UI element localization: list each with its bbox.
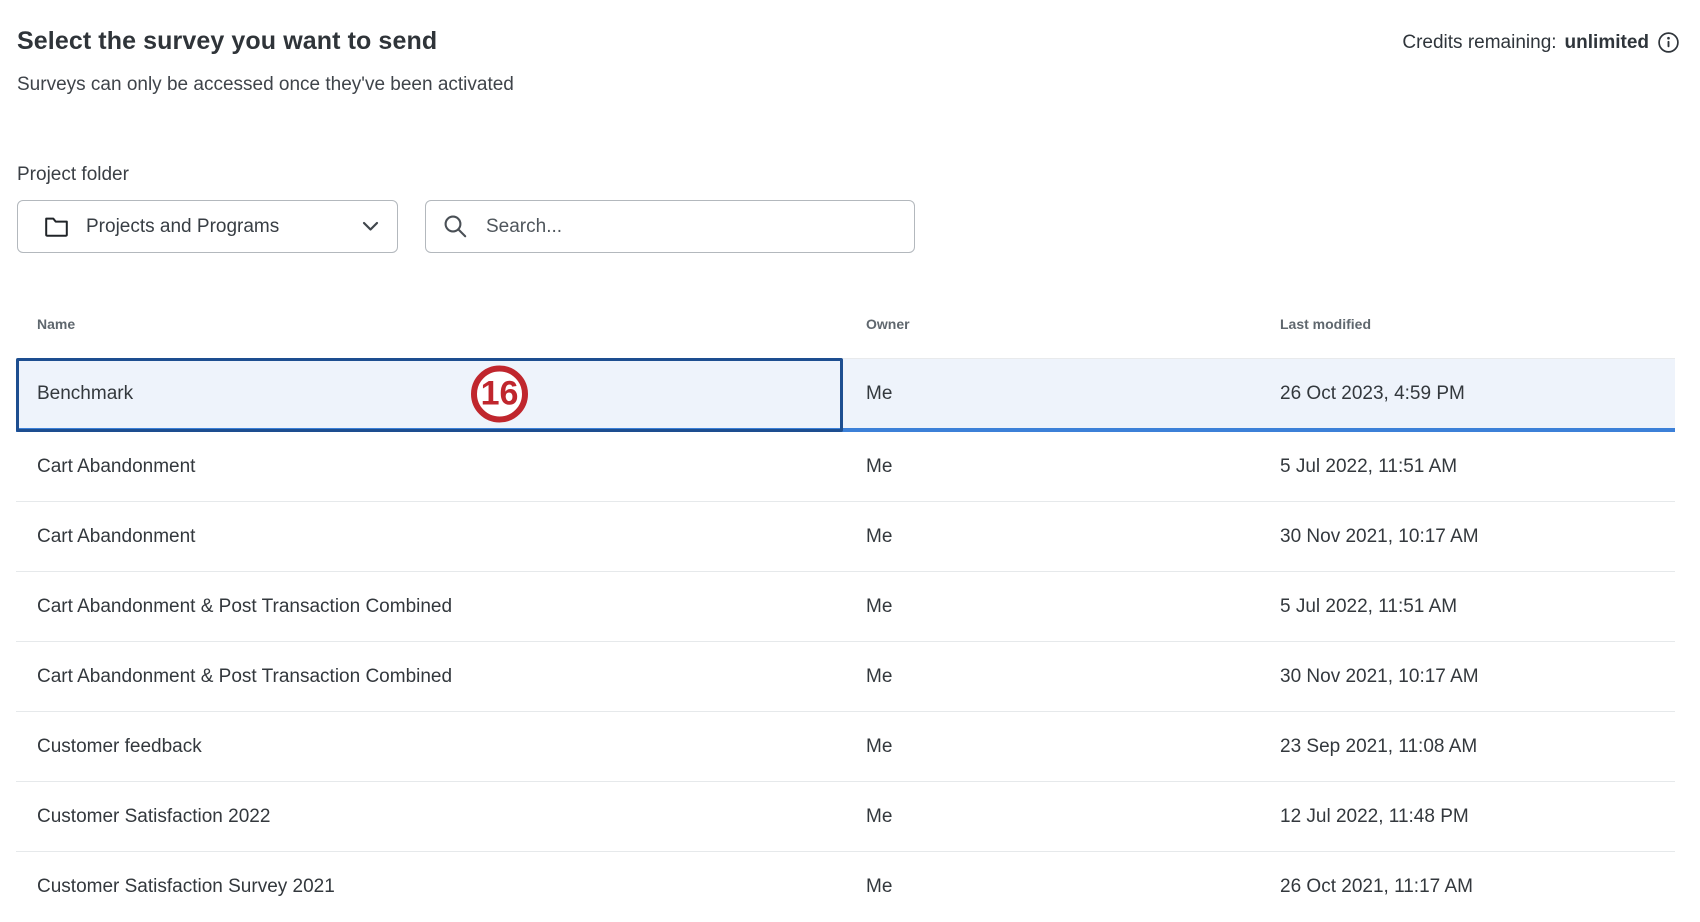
survey-owner: Me — [866, 383, 1280, 405]
survey-owner: Me — [866, 806, 1280, 828]
survey-name: Cart Abandonment — [16, 456, 866, 478]
folder-icon — [44, 216, 69, 237]
survey-owner: Me — [866, 456, 1280, 478]
chevron-down-icon — [362, 221, 379, 232]
survey-owner: Me — [866, 596, 1280, 618]
table-row-benchmark[interactable]: Benchmark Me 26 Oct 2023, 4:59 PM 16 — [16, 358, 1675, 432]
table-header: Name Owner Last modified — [16, 311, 1675, 337]
survey-name: Cart Abandonment — [16, 526, 866, 548]
survey-last-modified: 30 Nov 2021, 10:17 AM — [1280, 666, 1675, 688]
survey-name: Cart Abandonment & Post Transaction Comb… — [16, 666, 866, 688]
credits-label: Credits remaining: — [1402, 32, 1556, 54]
project-folder-selected: Projects and Programs — [86, 216, 362, 238]
column-header-last-modified[interactable]: Last modified — [1280, 316, 1675, 332]
search-icon — [442, 213, 469, 240]
survey-last-modified: 26 Oct 2023, 4:59 PM — [1280, 383, 1675, 405]
search-box[interactable] — [425, 200, 915, 253]
survey-name: Benchmark — [16, 383, 866, 405]
table-row[interactable]: Cart Abandonment Me 30 Nov 2021, 10:17 A… — [16, 502, 1675, 572]
survey-owner: Me — [866, 876, 1280, 898]
table-row[interactable]: Customer Satisfaction Survey 2021 Me 26 … — [16, 852, 1675, 922]
survey-last-modified: 30 Nov 2021, 10:17 AM — [1280, 526, 1675, 548]
column-header-name[interactable]: Name — [16, 316, 866, 332]
info-icon[interactable] — [1657, 31, 1680, 54]
search-input[interactable] — [484, 215, 900, 239]
table-row[interactable]: Customer feedback Me 23 Sep 2021, 11:08 … — [16, 712, 1675, 782]
survey-name: Customer Satisfaction 2022 — [16, 806, 866, 828]
survey-name: Customer feedback — [16, 736, 866, 758]
page-subtitle: Surveys can only be accessed once they'v… — [17, 74, 1700, 96]
survey-owner: Me — [866, 736, 1280, 758]
survey-last-modified: 5 Jul 2022, 11:51 AM — [1280, 456, 1675, 478]
page-header: Select the survey you want to send Credi… — [0, 0, 1700, 56]
survey-last-modified: 12 Jul 2022, 11:48 PM — [1280, 806, 1675, 828]
project-folder-dropdown[interactable]: Projects and Programs — [17, 200, 398, 253]
survey-last-modified: 5 Jul 2022, 11:51 AM — [1280, 596, 1675, 618]
table-row[interactable]: Customer Satisfaction 2022 Me 12 Jul 202… — [16, 782, 1675, 852]
column-header-owner[interactable]: Owner — [866, 316, 1280, 332]
survey-owner: Me — [866, 526, 1280, 548]
table-row[interactable]: Cart Abandonment & Post Transaction Comb… — [16, 572, 1675, 642]
project-folder-label: Project folder — [17, 164, 1700, 186]
survey-table: Name Owner Last modified Benchmark Me 26… — [16, 311, 1675, 922]
survey-name: Customer Satisfaction Survey 2021 — [16, 876, 866, 898]
survey-name: Cart Abandonment & Post Transaction Comb… — [16, 596, 866, 618]
survey-owner: Me — [866, 666, 1280, 688]
table-row[interactable]: Cart Abandonment Me 5 Jul 2022, 11:51 AM — [16, 432, 1675, 502]
controls-row: Projects and Programs — [17, 200, 1700, 253]
credits-remaining: Credits remaining: unlimited — [1402, 31, 1680, 54]
page-title: Select the survey you want to send — [17, 27, 437, 56]
survey-last-modified: 26 Oct 2021, 11:17 AM — [1280, 876, 1675, 898]
table-body: Benchmark Me 26 Oct 2023, 4:59 PM 16 Car… — [16, 358, 1675, 922]
survey-last-modified: 23 Sep 2021, 11:08 AM — [1280, 736, 1675, 758]
table-row[interactable]: Cart Abandonment & Post Transaction Comb… — [16, 642, 1675, 712]
credits-value: unlimited — [1565, 32, 1649, 54]
